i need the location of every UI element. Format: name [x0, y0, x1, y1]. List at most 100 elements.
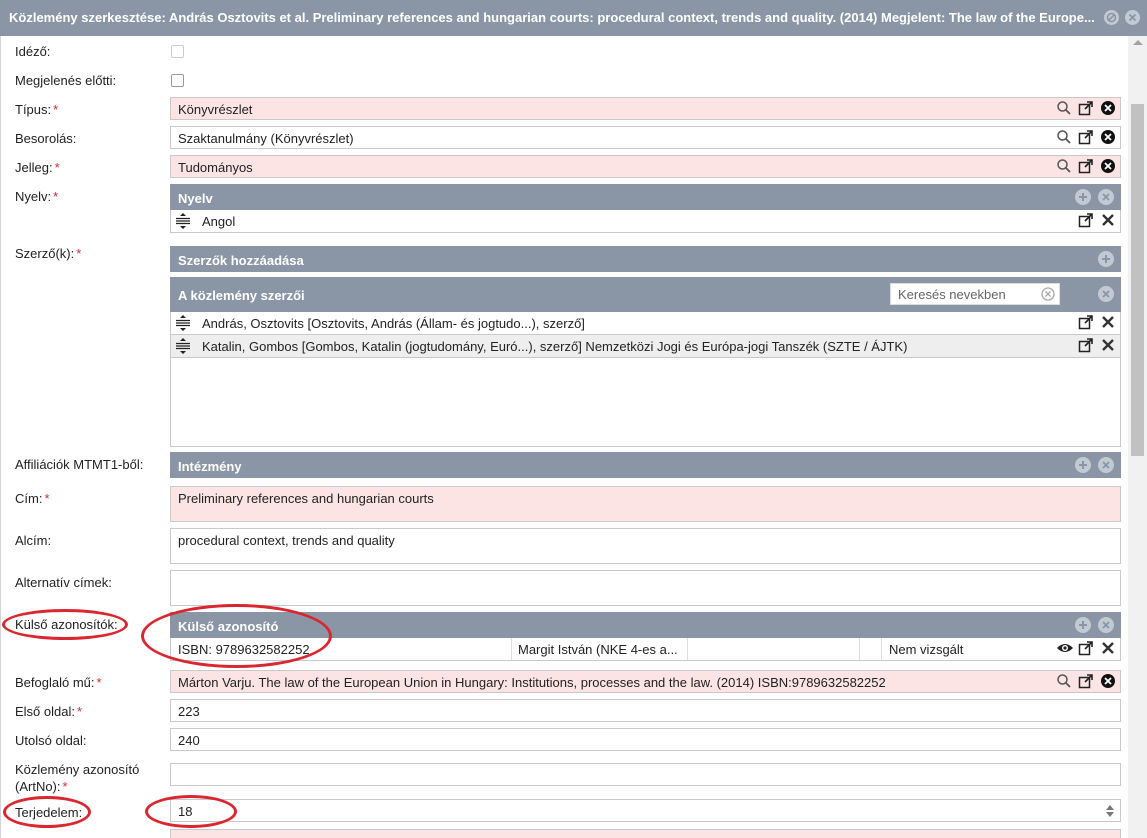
close-circle-icon[interactable]	[1125, 10, 1140, 25]
kozlemeny-szerzoi-title: A közlemény szerzői	[178, 288, 305, 303]
alcim-field[interactable]: procedural context, trends and quality	[170, 528, 1121, 564]
befoglalo-mu-field[interactable]: Márton Varju. The law of the European Un…	[170, 670, 1121, 693]
scrollbar[interactable]	[1128, 36, 1147, 838]
annotation-ellipse	[141, 604, 332, 668]
elso-oldal-label: Első oldal: *	[15, 704, 83, 719]
search-icon[interactable]	[1056, 129, 1072, 145]
clear-circle-icon[interactable]	[1100, 100, 1116, 116]
besorolas-field[interactable]: Szaktanulmány (Könyvrészlet)	[170, 126, 1121, 149]
external-link-icon[interactable]	[1078, 100, 1094, 116]
plus-circle-icon[interactable]	[1075, 617, 1091, 633]
external-link-icon[interactable]	[1078, 158, 1094, 174]
befoglalo-mu-value: Márton Varju. The law of the European Un…	[178, 675, 886, 690]
x-circle-icon[interactable]	[1098, 617, 1114, 633]
cim-label: Cím: *	[15, 491, 50, 506]
drag-handle-icon[interactable]	[175, 338, 191, 354]
x-icon[interactable]	[1100, 212, 1116, 228]
nyelv-row-text: Angol	[202, 214, 236, 229]
idezo-checkbox[interactable]	[171, 45, 184, 58]
plus-circle-icon[interactable]	[1098, 251, 1114, 267]
clear-circle-icon[interactable]	[1100, 158, 1116, 174]
x-circle-icon[interactable]	[1098, 286, 1114, 302]
annotation-ellipse	[2, 609, 128, 640]
szerzok-label: Szerző(k): *	[15, 246, 82, 261]
author-row-text: András, Osztovits [Osztovits, András (Ál…	[202, 316, 585, 331]
affiliaciok-label: Affiliációk MTMT1-ből:	[15, 457, 144, 472]
x-icon[interactable]	[1100, 314, 1116, 330]
stepper-arrows-icon[interactable]	[1105, 803, 1115, 821]
external-link-icon[interactable]	[1078, 129, 1094, 145]
tipus-field[interactable]: Könyvrészlet	[170, 97, 1121, 120]
cim-value: Preliminary references and hungarian cou…	[178, 491, 434, 506]
external-link-icon[interactable]	[1078, 212, 1094, 228]
nyelv-panel-header: Nyelv	[170, 184, 1121, 210]
author-row[interactable]: Katalin, Gombos [Gombos, Katalin (jogtud…	[170, 335, 1121, 358]
clear-circle-icon[interactable]	[1100, 129, 1116, 145]
tipus-value: Könyvrészlet	[178, 102, 253, 117]
drag-handle-icon[interactable]	[175, 315, 191, 331]
scroll-up-arrow-icon[interactable]	[1133, 40, 1143, 45]
scroll-thumb[interactable]	[1131, 104, 1144, 456]
cim-field[interactable]: Preliminary references and hungarian cou…	[170, 486, 1121, 522]
x-circle-icon[interactable]	[1098, 189, 1114, 205]
idezo-label: Idéző:	[15, 44, 51, 59]
alcim-label: Alcím:	[15, 533, 52, 548]
x-circle-icon[interactable]	[1098, 457, 1114, 473]
drag-handle-icon[interactable]	[175, 213, 191, 229]
nyelv-label: Nyelv: *	[15, 189, 59, 204]
next-field-partial[interactable]	[170, 829, 1121, 838]
szerzok-hozzaadasa-header: Szerzők hozzáadása	[170, 246, 1121, 272]
identifier-creator: Margit István (NKE 4-es a...	[518, 642, 678, 657]
alternativ-cimek-label: Alternatív címek:	[15, 575, 112, 590]
eye-icon[interactable]	[1056, 640, 1073, 656]
kozlemeny-azonosito-label: Közlemény azonosító	[15, 762, 140, 777]
utolso-oldal-label: Utolsó oldal:	[15, 733, 87, 748]
terjedelem-field[interactable]: 18	[170, 799, 1121, 822]
plus-circle-icon[interactable]	[1075, 457, 1091, 473]
x-icon[interactable]	[1100, 337, 1116, 353]
identifier-status: Nem vizsgált	[889, 642, 964, 657]
elso-oldal-value: 223	[178, 704, 200, 719]
external-link-icon[interactable]	[1078, 673, 1094, 689]
utolso-oldal-value: 240	[178, 733, 200, 748]
x-icon[interactable]	[1100, 640, 1116, 656]
besorolas-value: Szaktanulmány (Könyvrészlet)	[178, 131, 354, 146]
alcim-value: procedural context, trends and quality	[178, 533, 395, 548]
kozlemeny-azonosito-field[interactable]	[170, 763, 1121, 786]
nyelv-row[interactable]: Angol	[170, 210, 1121, 233]
plus-circle-icon[interactable]	[1075, 189, 1091, 205]
alternativ-cimek-field[interactable]	[170, 570, 1121, 606]
besorolas-label: Besorolás:	[15, 131, 77, 146]
clear-circle-icon[interactable]	[1100, 673, 1116, 689]
jelleg-value: Tudományos	[178, 160, 253, 175]
befoglalo-mu-label: Befoglaló mű: *	[15, 675, 102, 690]
external-link-icon[interactable]	[1078, 314, 1094, 330]
search-icon[interactable]	[1056, 673, 1072, 689]
external-link-icon[interactable]	[1078, 337, 1094, 353]
megjelenes-elotti-label: Megjelenés előtti:	[15, 73, 117, 88]
annotation-ellipse	[145, 795, 237, 828]
external-link-icon[interactable]	[1078, 640, 1094, 656]
annotation-ellipse	[3, 796, 91, 828]
utolso-oldal-field[interactable]: 240	[170, 728, 1121, 751]
jelleg-label: Jelleg: *	[15, 160, 60, 175]
jelleg-field[interactable]: Tudományos	[170, 155, 1121, 178]
author-row[interactable]: András, Osztovits [Osztovits, András (Ál…	[170, 312, 1121, 335]
block-icon[interactable]	[1104, 10, 1119, 25]
search-icon[interactable]	[1056, 100, 1072, 116]
author-search-input[interactable]: Keresés nevekben	[890, 283, 1060, 305]
nyelv-panel-title: Nyelv	[178, 191, 213, 206]
search-icon[interactable]	[1056, 158, 1072, 174]
elso-oldal-field[interactable]: 223	[170, 699, 1121, 722]
megjelenes-elotti-checkbox[interactable]	[171, 74, 184, 87]
clear-search-icon[interactable]	[1041, 287, 1055, 304]
form-content: Idéző: Megjelenés előtti: Típus: * Könyvr…	[0, 36, 1128, 838]
szerzok-hozzaadasa-title: Szerzők hozzáadása	[178, 253, 304, 268]
dialog-title: Közlemény szerkesztése: András Osztovits…	[9, 10, 1095, 25]
intezmeny-panel-title: Intézmény	[178, 459, 242, 474]
intezmeny-panel-header: Intézmény	[170, 452, 1121, 478]
dialog-titlebar: Közlemény szerkesztése: András Osztovits…	[0, 0, 1147, 36]
kozlemeny-szerzoi-header: A közlemény szerzői Keresés nevekben	[170, 277, 1121, 312]
kozlemeny-azonosito-label-2: (ArtNo): *	[15, 779, 68, 794]
author-row-text: Katalin, Gombos [Gombos, Katalin (jogtud…	[202, 339, 908, 354]
